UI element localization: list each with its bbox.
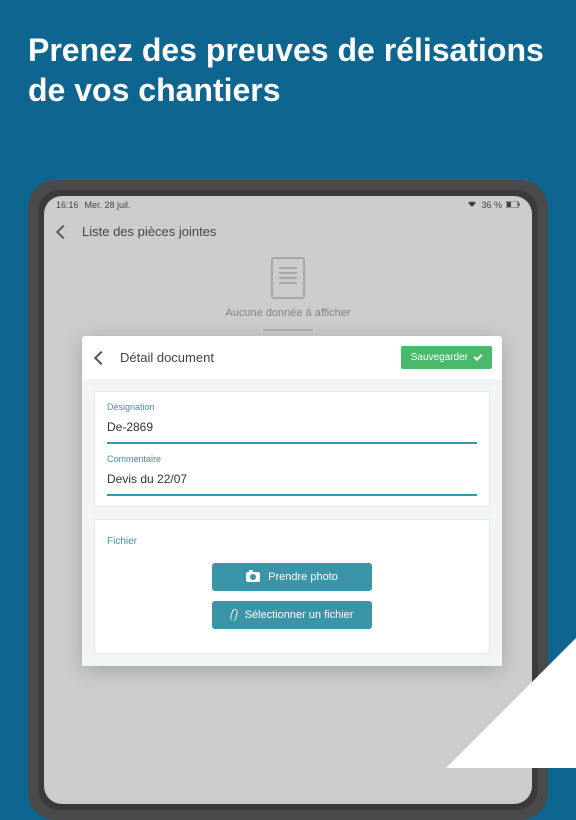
camera-icon bbox=[246, 572, 260, 582]
commentaire-label: Commentaire bbox=[107, 454, 477, 464]
check-icon bbox=[473, 352, 482, 361]
file-card: Fichier Prendre photo Sélectionner un fi… bbox=[94, 519, 490, 654]
designation-label: Désignation bbox=[107, 402, 477, 412]
marketing-headline: Prenez des preuves de rélisations de vos… bbox=[0, 0, 576, 130]
designation-field: Désignation bbox=[107, 402, 477, 444]
file-section-label: Fichier bbox=[107, 536, 137, 547]
take-photo-label: Prendre photo bbox=[268, 571, 338, 583]
corner-accent bbox=[446, 638, 576, 768]
modal-title: Détail document bbox=[120, 350, 214, 365]
modal-body: Désignation Commentaire Fichier Prendre bbox=[82, 379, 502, 666]
commentaire-field: Commentaire bbox=[107, 454, 477, 496]
designation-input[interactable] bbox=[107, 416, 477, 444]
commentaire-input[interactable] bbox=[107, 468, 477, 496]
take-photo-button[interactable]: Prendre photo bbox=[212, 563, 372, 591]
select-file-button[interactable]: Sélectionner un fichier bbox=[212, 601, 372, 629]
modal-header: Détail document Sauvegarder bbox=[82, 336, 502, 379]
save-button[interactable]: Sauvegarder bbox=[401, 346, 492, 369]
document-detail-modal: Détail document Sauvegarder Désignation bbox=[82, 336, 502, 666]
save-button-label: Sauvegarder bbox=[411, 352, 468, 363]
modal-back-icon[interactable] bbox=[94, 350, 108, 364]
form-card: Désignation Commentaire bbox=[94, 391, 490, 507]
select-file-label: Sélectionner un fichier bbox=[245, 609, 354, 621]
paperclip-icon bbox=[229, 608, 238, 621]
